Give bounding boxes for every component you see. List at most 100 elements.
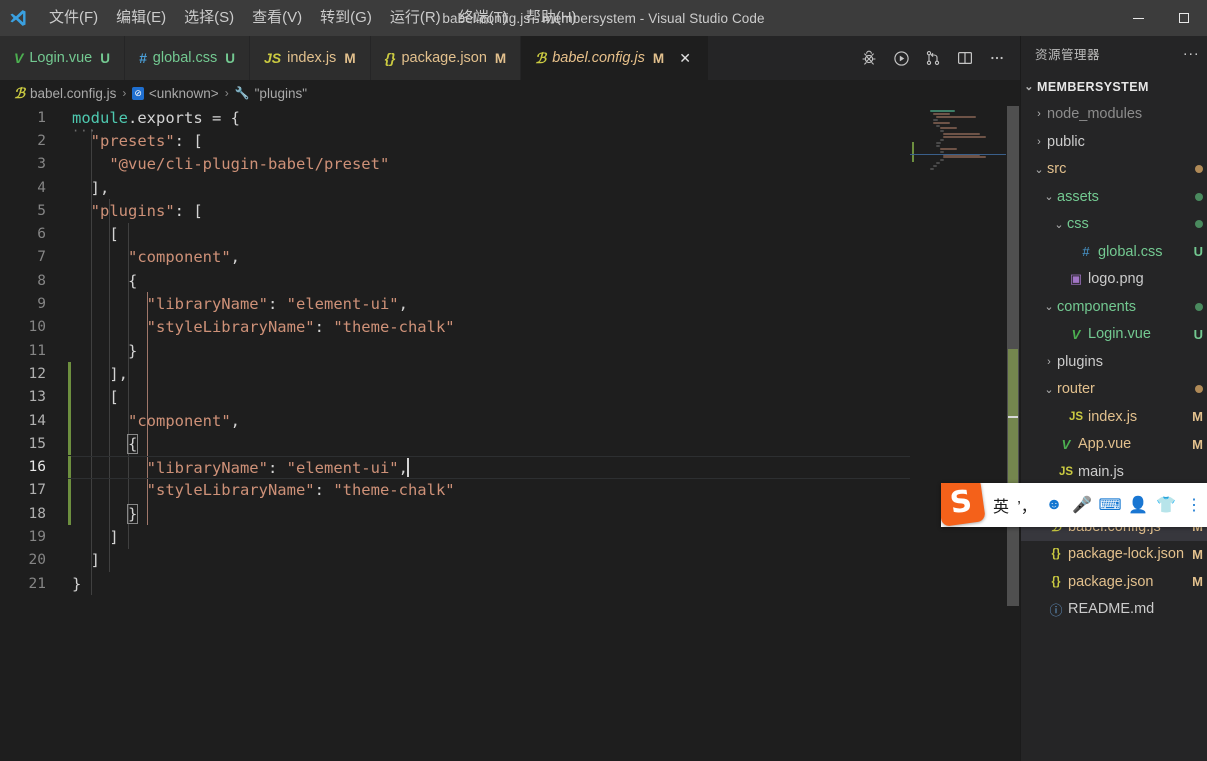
breadcrumb-item-file[interactable]: ℬ babel.config.js [14, 85, 116, 102]
menu-select[interactable]: 选择(S) [175, 0, 243, 36]
code-line[interactable]: 4 ], [0, 176, 910, 199]
chevron-down-icon[interactable]: ⌄ [1031, 163, 1047, 176]
minimap[interactable] [910, 106, 1006, 761]
code-line[interactable]: 10 "styleLibraryName": "theme-chalk" [0, 316, 910, 339]
code-line[interactable]: 20 ] [0, 549, 910, 572]
more-actions-icon[interactable] [982, 43, 1012, 73]
code-line[interactable]: 11 } [0, 339, 910, 362]
chevron-down-icon[interactable]: ⌄ [1041, 300, 1057, 313]
text-editor[interactable]: 1 module.exports = {2 "presets": [3 "@vue… [0, 106, 1020, 761]
breadcrumb[interactable]: ℬ babel.config.js › ⊘ <unknown> › 🔧 "plu… [0, 80, 1020, 106]
chevron-right-icon[interactable]: › [1031, 108, 1047, 120]
code-line[interactable]: 16 "libraryName": "element-ui", [0, 455, 910, 480]
code-line[interactable]: 15 { [0, 432, 910, 456]
chevron-right-icon[interactable]: › [1041, 356, 1057, 368]
file-tree-item-readme-md[interactable]: ⓘ README.md [1021, 596, 1207, 624]
file-tree-item-assets[interactable]: ⌄ assets [1021, 183, 1207, 211]
editor-tab-login-vue[interactable]: V Login.vue U [0, 36, 125, 80]
breadcrumb-item-symbol-plugins[interactable]: 🔧 "plugins" [235, 86, 307, 101]
tab-file-icon: V [14, 50, 24, 66]
maximize-button[interactable] [1161, 0, 1207, 36]
code-line[interactable]: 18 } [0, 502, 910, 526]
tab-close-icon[interactable]: ✕ [676, 49, 694, 67]
sogou-ime-toolbar[interactable]: S 英’， ☻ 🎤 ⌨ 👤 👕 ⋮ [941, 483, 1207, 527]
code-line[interactable]: 8 { [0, 269, 910, 292]
file-tree-item-src[interactable]: ⌄ src [1021, 156, 1207, 184]
editor-tab-package-json[interactable]: {} package.json M [370, 36, 522, 80]
editor-tabs[interactable]: V Login.vue U # global.css U JS index.js M {} pack… [0, 36, 710, 80]
breadcrumb-item-symbol-unknown[interactable]: ⊘ <unknown> [132, 86, 219, 101]
menu-view[interactable]: 查看(V) [243, 0, 311, 36]
punctuation-toggle[interactable]: ’， [1015, 490, 1039, 520]
code-line[interactable]: 13 [ [0, 385, 910, 409]
code-line[interactable]: 1 module.exports = { [0, 106, 910, 129]
file-tree-item-package-lock-json[interactable]: {} package-lock.json M [1021, 541, 1207, 569]
language-mode-toggle[interactable]: 英 [989, 490, 1013, 520]
chevron-down-icon[interactable]: ⌄ [1041, 190, 1057, 203]
editor-tab-global-css[interactable]: # global.css U [124, 36, 251, 80]
code-line[interactable]: 7 "component", [0, 246, 910, 269]
run-icon[interactable] [886, 43, 916, 73]
code-line[interactable]: 2 "presets": [ [0, 129, 910, 152]
file-tree-item-login-vue[interactable]: V Login.vue U [1021, 321, 1207, 349]
ime-buttons[interactable]: 英’， ☻ 🎤 ⌨ 👤 👕 ⋮ [989, 490, 1207, 520]
skin-theme-icon[interactable]: 👕 [1153, 490, 1179, 520]
menu-edit[interactable]: 编辑(E) [107, 0, 175, 36]
minimize-button[interactable] [1115, 0, 1161, 36]
chevron-down-icon[interactable]: ⌄ [1041, 383, 1057, 396]
split-editor-icon[interactable] [950, 43, 980, 73]
menu-run[interactable]: 运行(R) [381, 0, 450, 36]
file-tree-item-index-js[interactable]: JS index.js M [1021, 403, 1207, 431]
menu-file[interactable]: 文件(F) [40, 0, 107, 36]
file-tree-item-plugins[interactable]: › plugins [1021, 348, 1207, 376]
menu-bar[interactable]: 文件(F) 编辑(E) 选择(S) 查看(V) 转到(G) 运行(R) 终端(T… [36, 0, 586, 36]
emoji-icon[interactable]: ☻ [1041, 490, 1067, 520]
editor-tab-babel-config-js[interactable]: ℬbabel.config.js M ✕ [521, 36, 710, 80]
file-tree-root[interactable]: ⌄ MEMBERSYSTEM [1021, 73, 1207, 101]
sogou-logo-icon[interactable]: S [941, 483, 986, 527]
code-content[interactable]: 1 module.exports = {2 "presets": [3 "@vue… [0, 106, 910, 761]
file-tree-item-package-json[interactable]: {} package.json M [1021, 568, 1207, 596]
code-line[interactable]: 21} [0, 572, 910, 595]
source-control-icon[interactable] [918, 43, 948, 73]
workbench-body: V Login.vue U # global.css U JS index.js M {} pack… [0, 36, 1207, 761]
file-tree-item-global-css[interactable]: # global.css U [1021, 238, 1207, 266]
ime-menu-icon[interactable]: ⋮ [1181, 490, 1207, 520]
chevron-down-icon[interactable]: ⌄ [1021, 80, 1037, 93]
code-line[interactable]: 14 "component", [0, 408, 910, 433]
chevron-down-icon[interactable]: ⌄ [1051, 218, 1067, 231]
file-tree-item-main-js[interactable]: JS main.js [1021, 458, 1207, 486]
menu-terminal[interactable]: 终端(T) [450, 0, 517, 36]
minimap-line [933, 165, 938, 168]
file-tree-item-router[interactable]: ⌄ router [1021, 376, 1207, 404]
line-number: 21 [28, 575, 46, 592]
file-tree-item-public[interactable]: › public [1021, 128, 1207, 156]
menu-help[interactable]: 帮助(H) [517, 0, 586, 36]
editor-scrollbar[interactable] [1006, 106, 1020, 761]
chevron-right-icon[interactable]: › [1031, 136, 1047, 148]
code-line[interactable]: 19 ] [0, 525, 910, 548]
file-tree-item-css[interactable]: ⌄ css [1021, 211, 1207, 239]
file-tree[interactable]: ⌄ MEMBERSYSTEM › node_modules › public ⌄ src ⌄ as… [1021, 71, 1207, 761]
file-tree-item-logo-png[interactable]: ▣ logo.png [1021, 266, 1207, 294]
tab-file-icon: # [138, 50, 147, 66]
file-tree-item-node_modules[interactable]: › node_modules [1021, 101, 1207, 129]
voice-input-icon[interactable]: 🎤 [1069, 490, 1095, 520]
code-line[interactable]: 9 "libraryName": "element-ui", [0, 292, 910, 315]
code-line[interactable]: 17 "styleLibraryName": "theme-chalk" [0, 478, 910, 503]
code-line[interactable]: 5 "plugins": [ [0, 199, 910, 222]
explorer-more-icon[interactable]: ··· [1179, 42, 1203, 66]
file-type-icon: V [1061, 436, 1071, 452]
user-account-icon[interactable]: 👤 [1125, 490, 1151, 520]
code-line[interactable]: 6 [ [0, 223, 910, 246]
code-line[interactable]: 12 ], [0, 362, 910, 386]
file-tree-item-app-vue[interactable]: V App.vue M [1021, 431, 1207, 459]
soft-keyboard-icon[interactable]: ⌨ [1097, 490, 1123, 520]
file-tree-item-components[interactable]: ⌄ components [1021, 293, 1207, 321]
code-line[interactable]: 3 "@vue/cli-plugin-babel/preset" [0, 153, 910, 176]
code-token: { [230, 108, 241, 127]
menu-go[interactable]: 转到(G) [311, 0, 381, 36]
line-number: 10 [28, 319, 46, 336]
editor-tab-index-js[interactable]: JS index.js M [250, 36, 371, 80]
run-and-debug-icon[interactable] [854, 43, 884, 73]
